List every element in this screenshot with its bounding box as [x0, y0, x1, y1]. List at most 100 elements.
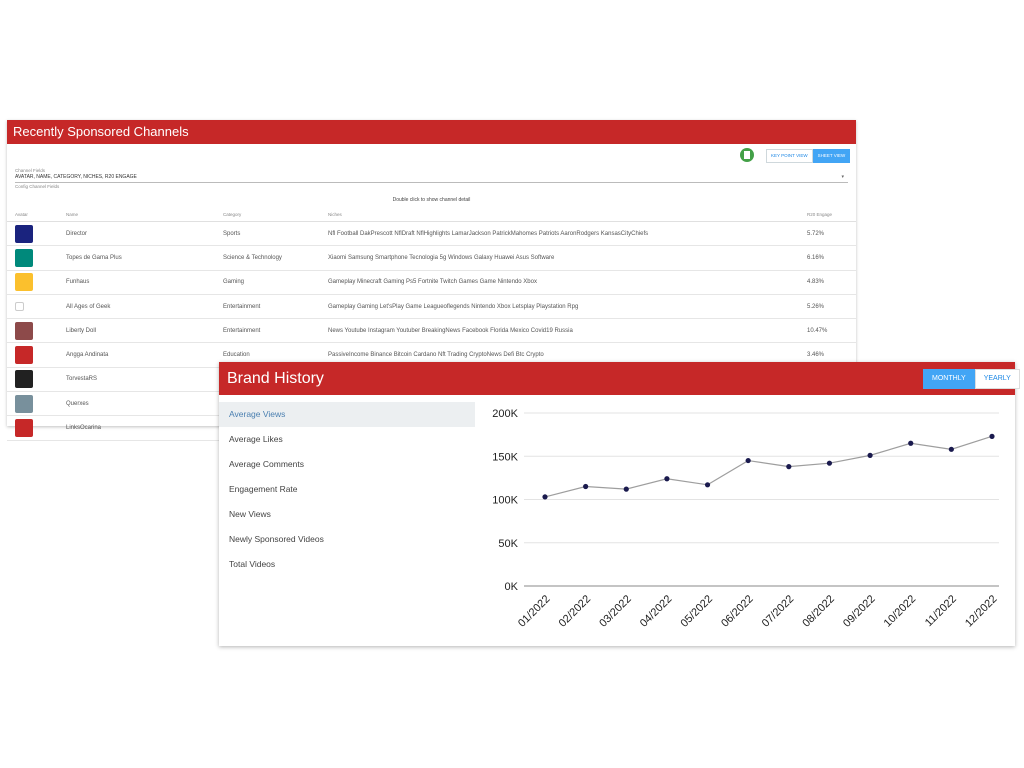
data-point	[786, 464, 792, 470]
channel-engage: 5.72%	[806, 221, 856, 247]
channels-panel-title: Recently Sponsored Channels	[7, 120, 856, 144]
data-point	[623, 486, 629, 492]
channel-name: All Ages of Geek	[65, 294, 222, 320]
channel-name: Topes de Gama Plus	[65, 245, 222, 271]
channel-name: Querxes	[65, 391, 222, 417]
x-tick-label: 04/2022	[638, 593, 675, 630]
data-point	[745, 457, 751, 464]
column-header-category[interactable]: Category	[222, 207, 327, 222]
y-tick-label: 150K	[492, 451, 518, 463]
metric-engagement-rate[interactable]: Engagement Rate	[219, 477, 475, 502]
config-channel-fields-label: Config Channel Fields	[15, 184, 60, 189]
monthly-button[interactable]: MONTHLY	[923, 369, 975, 389]
avatar-cell	[7, 318, 65, 344]
avatar[interactable]	[15, 273, 33, 292]
column-header-engage[interactable]: R20 Engage	[806, 207, 856, 222]
channel-category: Entertainment	[222, 294, 327, 320]
x-tick-label: 07/2022	[760, 593, 797, 630]
metric-average-likes[interactable]: Average Likes	[219, 427, 475, 452]
avatar-cell	[7, 294, 65, 320]
chevron-down-icon[interactable]: ▾	[841, 174, 844, 180]
y-tick-label: 0K	[505, 581, 519, 593]
table-row[interactable]: Director Sports Nfl Football DakPrescott N…	[7, 221, 856, 247]
x-tick-label: 09/2022	[841, 593, 878, 630]
view-toggle: KEY POINT VIEW SHEET VIEW	[766, 149, 851, 163]
table-row[interactable]: Liberty Doll Entertainment News Youtube In…	[7, 318, 856, 344]
column-header-name[interactable]: Name	[65, 207, 222, 222]
key-point-view-button[interactable]: KEY POINT VIEW	[766, 149, 813, 163]
sheet-view-button[interactable]: SHEET VIEW	[812, 149, 851, 163]
avatar[interactable]	[15, 248, 33, 267]
table-row[interactable]: All Ages of Geek Entertainment Gameplay Ga…	[7, 294, 856, 320]
data-point	[583, 483, 589, 490]
y-tick-label: 50K	[498, 538, 518, 550]
avatar-cell	[7, 415, 65, 441]
table-row[interactable]: Funhaus Gaming Gameplay Minecraft Gaming P…	[7, 270, 856, 295]
avatar[interactable]	[15, 419, 33, 438]
channel-name: Liberty Doll	[65, 318, 222, 344]
channel-name: Angga Andinata	[65, 342, 222, 368]
avatar[interactable]	[15, 302, 24, 312]
data-point	[826, 460, 833, 466]
period-toggle: MONTHLY YEARLY	[923, 369, 1020, 389]
x-tick-label: 12/2022	[963, 593, 1000, 630]
channel-name: TorvestaRS	[65, 367, 222, 393]
avatar-cell	[7, 342, 65, 368]
channels-toolbar: KEY POINT VIEW SHEET VIEW	[7, 144, 856, 163]
x-tick-label: 06/2022	[719, 593, 756, 630]
x-tick-label: 01/2022	[516, 593, 553, 630]
channel-engage: 10.47%	[806, 318, 856, 344]
x-tick-label: 03/2022	[597, 593, 634, 630]
channel-engage: 5.26%	[806, 294, 856, 320]
x-tick-label: 10/2022	[882, 593, 919, 630]
x-tick-label: 05/2022	[679, 593, 716, 630]
x-tick-label: 02/2022	[557, 593, 594, 630]
x-tick-label: 11/2022	[923, 593, 959, 629]
channel-niches: Nfl Football DakPrescott NflDraft NflHig…	[327, 221, 806, 247]
avatar[interactable]	[15, 394, 33, 413]
table-header-row: Avatar Name Category Niches R20 Engage	[7, 207, 856, 222]
metric-total-videos[interactable]: Total Videos	[219, 552, 475, 577]
table-hint: Double click to show channel detail	[392, 197, 471, 203]
channel-fields-value[interactable]: AVATAR, NAME, CATEGORY, NICHES, R20 ENGA…	[15, 173, 848, 183]
metric-average-views[interactable]: Average Views	[219, 402, 475, 427]
channel-name: LinksOcarina	[65, 415, 222, 441]
channel-engage: 4.83%	[806, 270, 856, 295]
channel-fields-text: AVATAR, NAME, CATEGORY, NICHES, R20 ENGA…	[15, 174, 137, 180]
data-point	[908, 440, 914, 446]
document-icon[interactable]	[740, 148, 754, 162]
data-point	[989, 433, 995, 439]
yearly-button[interactable]: YEARLY	[974, 369, 1020, 389]
avatar[interactable]	[15, 370, 33, 389]
avatar-cell	[7, 270, 65, 295]
y-tick-label: 200K	[492, 408, 518, 420]
data-point	[704, 482, 711, 488]
brand-history-panel: Brand History MONTHLY YEARLY Average Vie…	[219, 362, 1020, 646]
channel-category: Gaming	[222, 270, 327, 295]
channel-engage: 6.16%	[806, 245, 856, 271]
brand-history-title: Brand History	[227, 370, 324, 387]
avatar[interactable]	[15, 321, 33, 340]
metric-average-comments[interactable]: Average Comments	[219, 452, 475, 477]
channel-category: Science & Technology	[222, 245, 327, 271]
channel-niches: Gameplay Minecraft Gaming Ps5 Fortnite T…	[327, 270, 806, 295]
avatar-cell	[7, 245, 65, 271]
column-header-avatar[interactable]: Avatar	[7, 207, 65, 222]
metric-newly-sponsored-videos[interactable]: Newly Sponsored Videos	[219, 527, 475, 552]
table-row[interactable]: Topes de Gama Plus Science & Technology Xi…	[7, 245, 856, 271]
data-point	[867, 452, 873, 458]
metric-new-views[interactable]: New Views	[219, 502, 475, 527]
avatar-cell	[7, 221, 65, 247]
channel-niches: News Youtube Instagram Youtuber Breaking…	[327, 318, 806, 344]
series-line	[544, 435, 993, 498]
y-tick-label: 100K	[492, 495, 518, 507]
avatar[interactable]	[15, 346, 33, 365]
x-tick-label: 08/2022	[800, 593, 837, 630]
channel-name: Director	[65, 221, 222, 247]
avatar[interactable]	[15, 224, 33, 243]
data-point	[664, 476, 670, 482]
channel-name: Funhaus	[65, 270, 222, 295]
channel-fields-select[interactable]: Channel Fields AVATAR, NAME, CATEGORY, N…	[15, 168, 848, 189]
column-header-niches[interactable]: Niches	[327, 207, 806, 222]
avatar-cell	[7, 391, 65, 417]
